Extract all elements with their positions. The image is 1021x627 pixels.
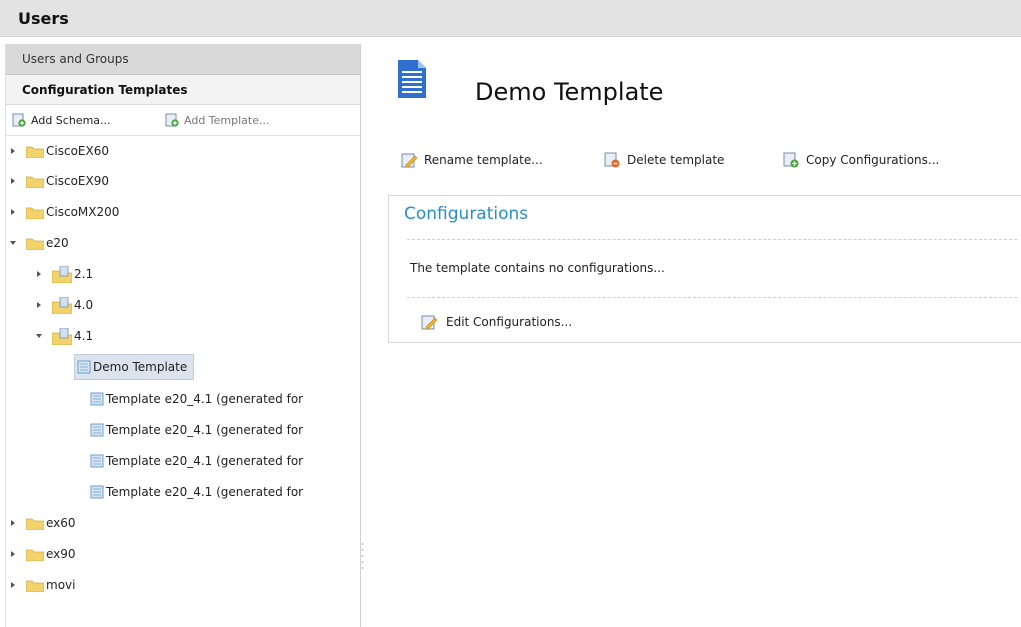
tree-label: CiscoMX200 [46, 205, 120, 219]
left-panel: Users and Groups Configuration Templates… [5, 44, 361, 627]
tree-label: CiscoEX90 [46, 174, 109, 188]
expand-arrow-icon[interactable] [8, 517, 20, 529]
page-title: Users [18, 9, 69, 28]
tree-label: CiscoEX60 [46, 144, 109, 158]
tree-item-ciscomx200[interactable]: CiscoMX200 [8, 200, 119, 224]
tree-item-template[interactable]: Template e20_4.1 (generated for [90, 449, 303, 473]
tree-item-e20[interactable]: e20 [8, 231, 69, 255]
version-folder-icon [52, 296, 72, 314]
edit-configurations-label: Edit Configurations... [446, 315, 573, 329]
expand-arrow-icon[interactable] [34, 268, 46, 280]
main-panel: Demo Template Rename template... Delete … [368, 44, 1021, 627]
copy-icon [783, 152, 799, 168]
left-toolbar: Add Schema... Add Template... [6, 105, 360, 136]
tree-label: ex60 [46, 516, 76, 530]
expand-arrow-icon[interactable] [8, 206, 20, 218]
app-header: Users [0, 0, 1021, 37]
empty-configurations-text: The template contains no configurations.… [410, 261, 665, 275]
version-folder-icon [52, 327, 72, 345]
expand-arrow-icon[interactable] [8, 145, 20, 157]
folder-icon [26, 176, 44, 188]
expand-arrow-icon[interactable] [8, 175, 20, 187]
tree-label: Template e20_4.1 (generated for [106, 485, 304, 499]
collapse-arrow-icon[interactable] [34, 330, 46, 342]
tree-item-ex90[interactable]: ex90 [8, 542, 76, 566]
tree-label: e20 [46, 236, 69, 250]
add-template-icon [165, 113, 179, 127]
add-template-button[interactable]: Add Template... [165, 112, 269, 128]
tree-item-ciscoex60[interactable]: CiscoEX60 [8, 139, 109, 163]
template-icon [90, 392, 104, 406]
tree-item-4-1[interactable]: 4.1 [34, 324, 93, 348]
delete-icon [604, 152, 620, 168]
delete-label: Delete template [627, 153, 725, 167]
folder-icon [26, 549, 44, 561]
add-schema-label: Add Schema... [31, 113, 111, 127]
tree-label: movi [46, 578, 76, 592]
document-icon [398, 60, 426, 98]
accordion-users-and-groups[interactable]: Users and Groups [6, 44, 360, 75]
collapse-arrow-icon[interactable] [8, 237, 20, 249]
tree-label: ex90 [46, 547, 76, 561]
accordion-configuration-templates[interactable]: Configuration Templates [6, 75, 360, 105]
add-schema-icon [12, 113, 26, 127]
folder-icon [26, 146, 44, 158]
tree-item-ex60[interactable]: ex60 [8, 511, 76, 535]
tree-item-demo-template[interactable]: Demo Template [74, 354, 195, 380]
tree-label: 4.0 [74, 298, 94, 312]
expand-arrow-icon[interactable] [8, 548, 20, 560]
folder-icon [26, 207, 44, 219]
folder-open-icon [26, 238, 44, 250]
version-folder-icon [52, 265, 72, 283]
tree-label: Demo Template [93, 360, 188, 374]
configurations-heading: Configurations [404, 204, 529, 224]
folder-icon [26, 518, 44, 530]
delete-template-button[interactable]: Delete template [604, 150, 724, 170]
tree-item-template[interactable]: Template e20_4.1 (generated for [90, 387, 303, 411]
tree-label: Template e20_4.1 (generated for [106, 454, 304, 468]
tree-item-4-0[interactable]: 4.0 [34, 293, 93, 317]
tree-label: 4.1 [74, 329, 94, 343]
configurations-panel: Configurations The template contains no … [388, 195, 1021, 343]
panel-splitter-handle[interactable] [361, 540, 364, 570]
edit-icon [421, 315, 437, 330]
tree-item-movi[interactable]: movi [8, 573, 75, 597]
template-title: Demo Template [475, 78, 664, 106]
template-icon [77, 360, 91, 374]
tree-item-2-1[interactable]: 2.1 [34, 262, 93, 286]
tree-label: 2.1 [74, 267, 94, 281]
template-icon [90, 423, 104, 437]
tree-item-template[interactable]: Template e20_4.1 (generated for [90, 480, 303, 504]
tree-label: Template e20_4.1 (generated for [106, 423, 304, 437]
copy-label: Copy Configurations... [806, 153, 940, 167]
divider [407, 239, 1017, 240]
folder-icon [26, 580, 44, 592]
rename-template-button[interactable]: Rename template... [401, 150, 543, 170]
add-schema-button[interactable]: Add Schema... [12, 112, 111, 128]
copy-configurations-button[interactable]: Copy Configurations... [783, 150, 939, 170]
add-template-label: Add Template... [184, 113, 270, 127]
template-icon [90, 454, 104, 468]
expand-arrow-icon[interactable] [34, 299, 46, 311]
tree-item-ciscoex90[interactable]: CiscoEX90 [8, 169, 109, 193]
tree-item-template[interactable]: Template e20_4.1 (generated for [90, 418, 303, 442]
rename-label: Rename template... [424, 153, 543, 167]
edit-configurations-button[interactable]: Edit Configurations... [421, 312, 572, 332]
divider [407, 297, 1017, 298]
template-icon [90, 485, 104, 499]
tree-label: Template e20_4.1 (generated for [106, 392, 304, 406]
rename-icon [401, 153, 417, 168]
expand-arrow-icon[interactable] [8, 579, 20, 591]
